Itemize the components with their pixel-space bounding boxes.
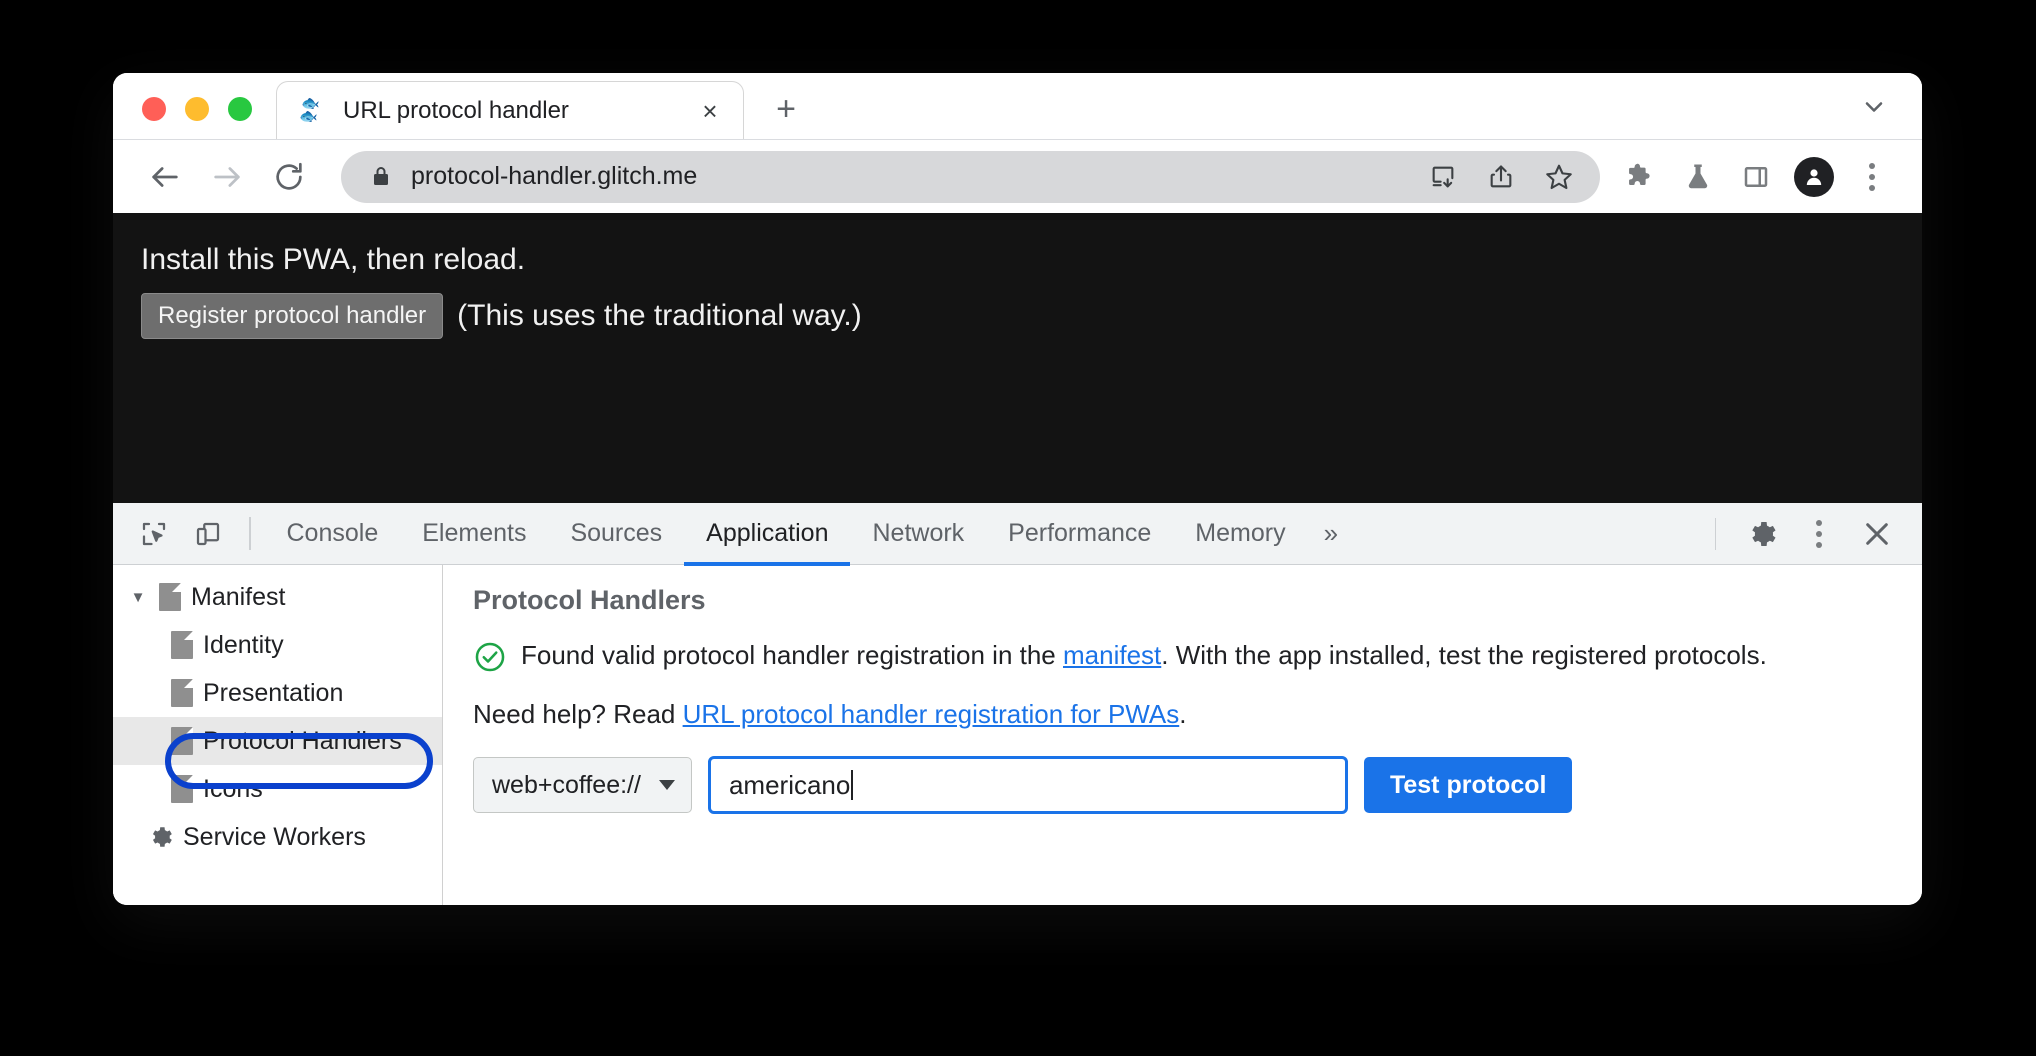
install-app-icon[interactable] <box>1420 154 1466 200</box>
sidebar-item-identity[interactable]: Identity <box>113 621 442 669</box>
gear-icon[interactable] <box>1734 507 1788 561</box>
close-tab-button[interactable]: × <box>695 96 725 126</box>
inspect-element-icon[interactable] <box>127 503 181 564</box>
gear-icon <box>147 824 173 850</box>
tab-sources[interactable]: Sources <box>548 503 684 564</box>
sidebar-item-label: Presentation <box>203 678 344 707</box>
sidebar-item-label: Service Workers <box>183 822 366 851</box>
sidebar-item-service-workers[interactable]: Service Workers <box>113 813 442 861</box>
minimize-window-button[interactable] <box>185 97 209 121</box>
device-toolbar-icon[interactable] <box>181 503 235 564</box>
experiments-flask-icon[interactable] <box>1672 151 1724 203</box>
window-controls <box>113 97 252 139</box>
chrome-menu-icon[interactable] <box>1846 151 1898 203</box>
side-panel-icon[interactable] <box>1730 151 1782 203</box>
help-message: Need help? Read URL protocol handler reg… <box>473 699 1892 730</box>
sidebar-item-label: Identity <box>203 630 284 659</box>
devtools-toolbar: Console Elements Sources Application Net… <box>113 503 1923 566</box>
page-controls: Register protocol handler (This uses the… <box>141 292 1922 339</box>
help-text: Need help? Read <box>473 699 683 729</box>
check-circle-icon <box>473 640 507 679</box>
extensions-puzzle-icon[interactable] <box>1614 151 1666 203</box>
tab-elements[interactable]: Elements <box>400 503 548 564</box>
toolbar-actions <box>1614 151 1898 203</box>
devtools-panel: Console Elements Sources Application Net… <box>113 503 1922 905</box>
browser-window: 🐟 🐟 URL protocol handler × + protocol-ha… <box>113 73 1922 905</box>
tab-console[interactable]: Console <box>265 503 401 564</box>
register-protocol-handler-button[interactable]: Register protocol handler <box>141 292 444 339</box>
maximize-window-button[interactable] <box>228 97 252 121</box>
arrow-left-icon[interactable] <box>139 151 191 203</box>
divider <box>249 517 251 550</box>
status-text-part1: Found valid protocol handler registratio… <box>521 640 1063 670</box>
page-viewport: Install this PWA, then reload. Register … <box>113 213 1922 503</box>
profile-avatar[interactable] <box>1788 151 1840 203</box>
arrow-right-icon[interactable] <box>201 151 253 203</box>
close-icon[interactable] <box>1850 507 1904 561</box>
status-text-part2: . With the app installed, test the regis… <box>1161 640 1767 670</box>
test-protocol-button[interactable]: Test protocol <box>1363 757 1573 813</box>
tab-strip: 🐟 🐟 URL protocol handler × + <box>113 73 1922 139</box>
sidebar-item-presentation[interactable]: Presentation <box>113 669 442 717</box>
share-icon[interactable] <box>1478 154 1524 200</box>
browser-tab[interactable]: 🐟 🐟 URL protocol handler × <box>276 81 744 139</box>
sidebar-item-label: Icons <box>203 774 263 803</box>
document-icon <box>159 583 181 611</box>
divider <box>1714 517 1716 550</box>
pwa-docs-link[interactable]: URL protocol handler registration for PW… <box>683 699 1180 729</box>
protocol-scheme-select[interactable]: web+coffee:// <box>473 757 692 813</box>
page-note: (This uses the traditional way.) <box>457 298 862 332</box>
close-window-button[interactable] <box>142 97 166 121</box>
tab-memory[interactable]: Memory <box>1173 503 1307 564</box>
more-tabs-icon[interactable]: » <box>1308 503 1354 564</box>
tab-title: URL protocol handler <box>343 96 569 124</box>
devtools-body: ▼ Manifest Identity Presentation Protoco… <box>113 565 1922 905</box>
triangle-down-icon[interactable]: ▼ <box>127 589 149 606</box>
sidebar-item-protocol-handlers[interactable]: Protocol Handlers <box>113 717 442 765</box>
document-icon <box>171 679 193 707</box>
tab-network[interactable]: Network <box>850 503 986 564</box>
browser-toolbar: protocol-handler.glitch.me <box>113 139 1922 213</box>
url-text: protocol-handler.glitch.me <box>411 162 698 190</box>
devtools-toolbar-actions <box>1701 503 1923 564</box>
sidebar-item-icons[interactable]: Icons <box>113 765 442 813</box>
omnibox-actions <box>1420 154 1590 200</box>
manifest-link[interactable]: manifest <box>1063 640 1161 670</box>
screenshot-root: 🐟 🐟 URL protocol handler × + protocol-ha… <box>0 0 2036 1056</box>
chevron-down-icon[interactable] <box>1854 87 1894 127</box>
application-sidebar: ▼ Manifest Identity Presentation Protoco… <box>113 565 443 905</box>
help-suffix: . <box>1179 699 1187 729</box>
protocol-path-input[interactable]: americano <box>707 756 1348 814</box>
protocol-scheme-value: web+coffee:// <box>492 770 641 799</box>
more-vertical-icon[interactable] <box>1792 507 1846 561</box>
status-message: Found valid protocol handler registratio… <box>473 638 1892 679</box>
sidebar-item-manifest[interactable]: ▼ Manifest <box>113 573 442 621</box>
status-text: Found valid protocol handler registratio… <box>521 638 1767 673</box>
devtools-tab-list: Console Elements Sources Application Net… <box>265 503 1355 566</box>
tab-application[interactable]: Application <box>684 503 851 566</box>
protocol-path-value: americano <box>728 769 851 800</box>
document-icon <box>171 631 193 659</box>
sidebar-item-label: Protocol Handlers <box>203 726 402 755</box>
bookmark-star-icon[interactable] <box>1536 154 1582 200</box>
protocol-handlers-panel: Protocol Handlers Found valid protocol h… <box>443 565 1922 905</box>
protocol-test-form: web+coffee:// americano Test protocol <box>473 756 1892 814</box>
sidebar-item-label: Manifest <box>191 582 286 611</box>
document-icon <box>171 775 193 803</box>
document-icon <box>171 727 193 755</box>
text-cursor <box>851 770 854 800</box>
new-tab-button[interactable]: + <box>758 81 814 137</box>
page-title: Protocol Handlers <box>473 585 706 615</box>
page-heading: Install this PWA, then reload. <box>141 243 526 276</box>
chevron-down-icon <box>658 780 675 790</box>
fish-icon: 🐟 🐟 <box>299 94 320 125</box>
tab-performance[interactable]: Performance <box>986 503 1173 564</box>
lock-icon <box>369 165 393 189</box>
address-bar[interactable]: protocol-handler.glitch.me <box>341 150 1600 203</box>
reload-icon[interactable] <box>263 151 315 203</box>
